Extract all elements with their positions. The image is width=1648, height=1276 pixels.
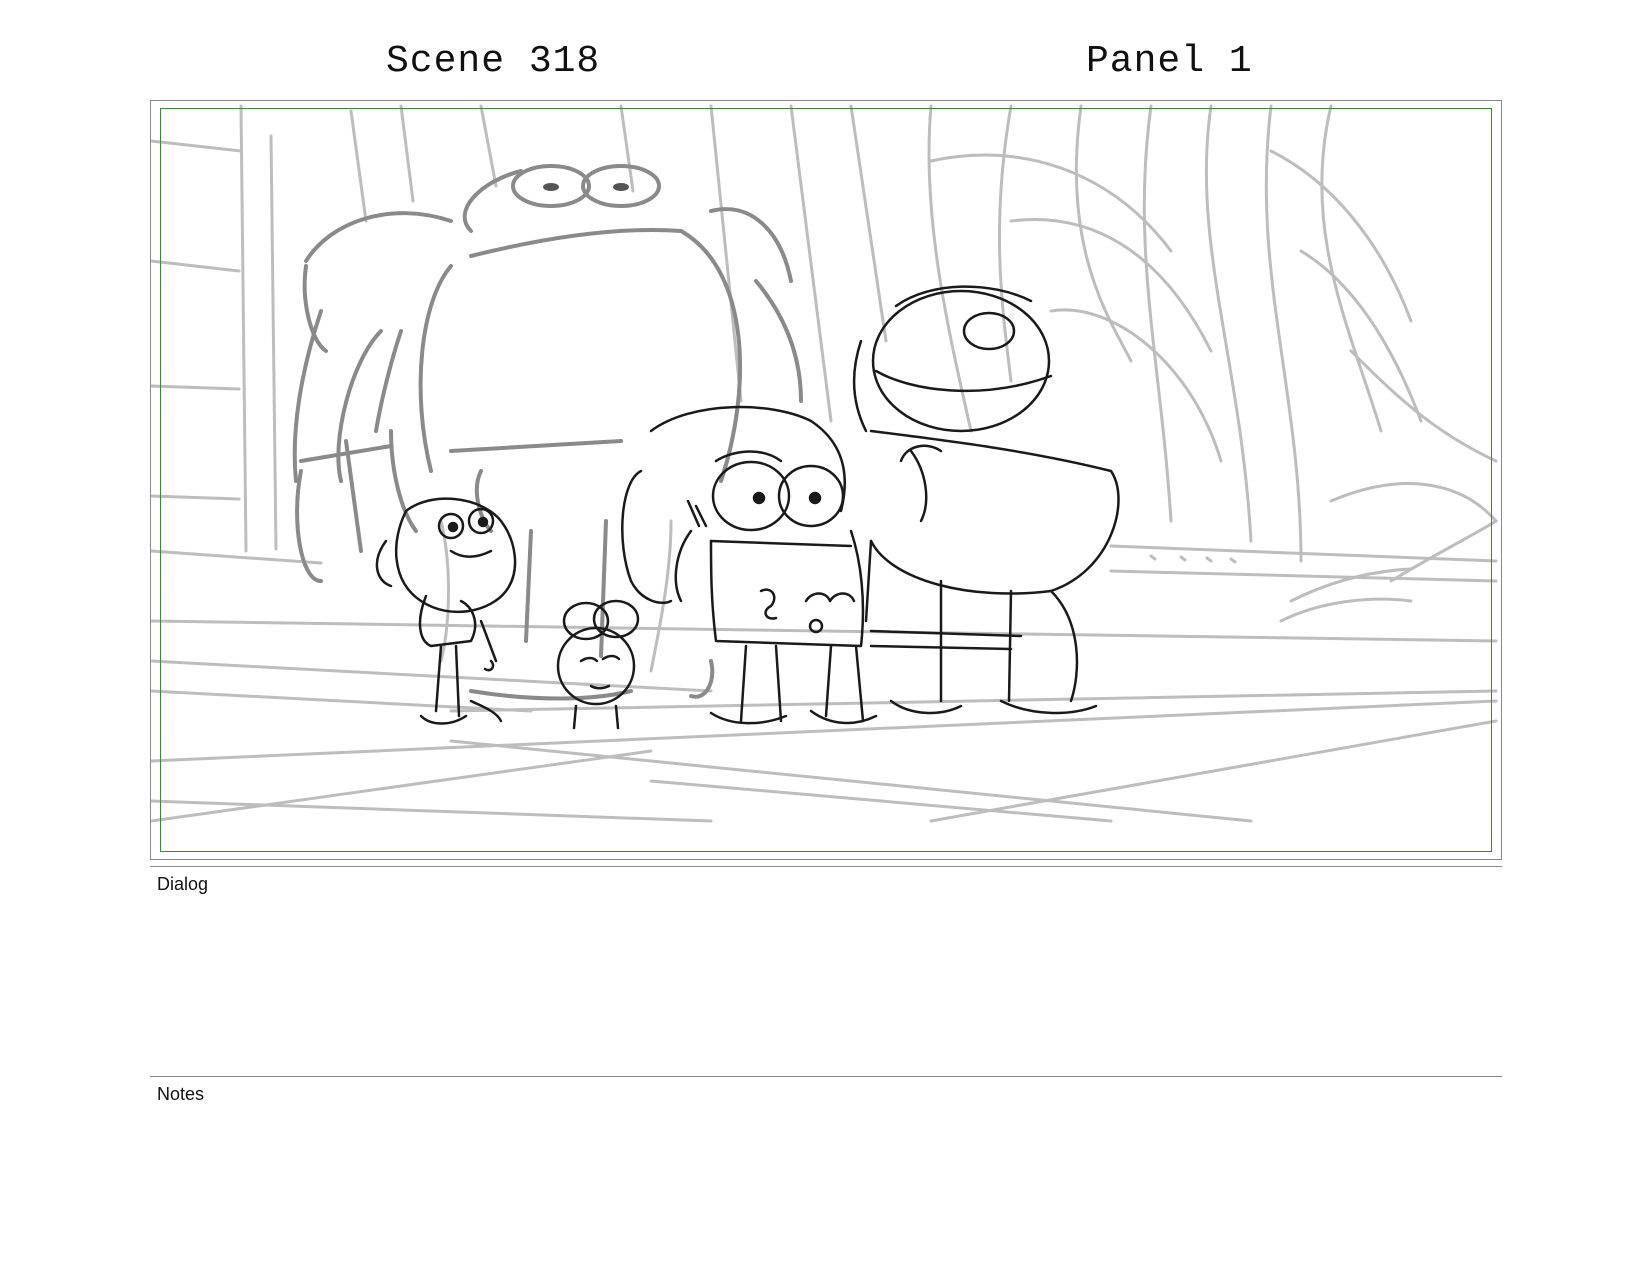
dialog-divider — [150, 866, 1502, 867]
storyboard-sketch — [151, 104, 1498, 823]
panel-number: Panel 1 — [1086, 40, 1253, 83]
background-set — [151, 104, 1498, 823]
notes-label: Notes — [157, 1084, 205, 1104]
scene-number: Scene 318 — [386, 40, 601, 83]
dialog-label: Dialog — [157, 874, 209, 894]
storyboard-panel-frame — [150, 100, 1502, 860]
notes-divider — [150, 1076, 1502, 1077]
